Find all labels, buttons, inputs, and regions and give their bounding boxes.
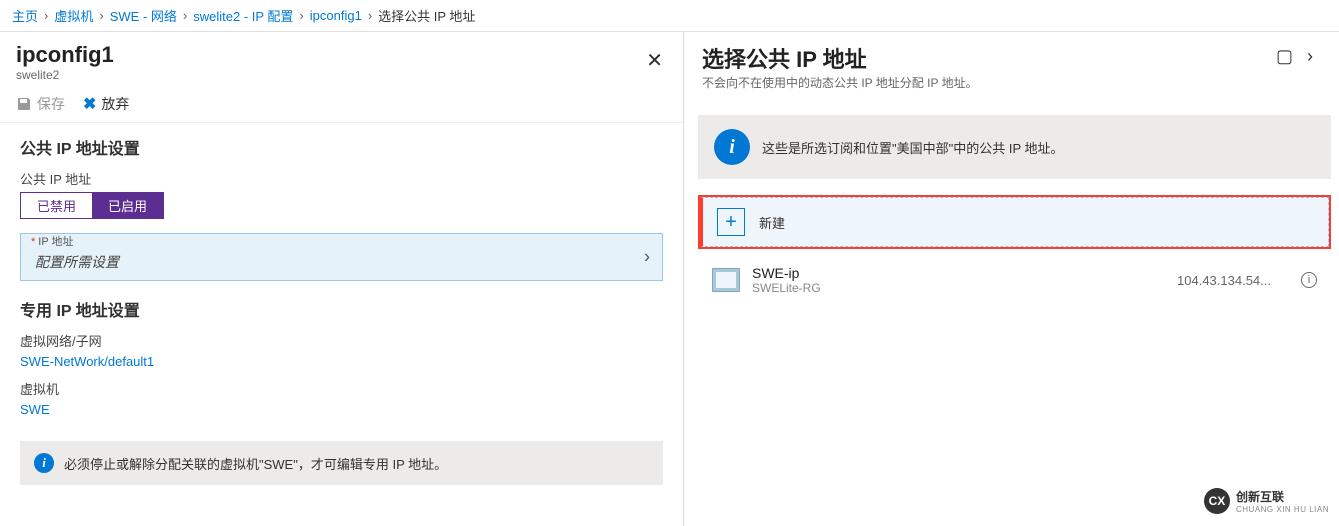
discard-button[interactable]: ✖ 放弃 (83, 94, 129, 114)
toggle-enabled[interactable]: 已启用 (92, 193, 163, 218)
private-ip-section: 专用 IP 地址设置 虚拟网络/子网 SWE-NetWork/default1 … (0, 285, 683, 421)
vnet-link[interactable]: SWE-NetWork/default1 (20, 354, 663, 369)
logo-text: 创新互联 (1236, 488, 1329, 505)
breadcrumb-sep: › (299, 8, 303, 23)
watermark-logo: CX 创新互联 CHUANG XIN HU LIAN (1204, 488, 1329, 514)
toggle-disabled[interactable]: 已禁用 (21, 193, 92, 218)
breadcrumb-sep: › (183, 8, 187, 23)
breadcrumb-ipcfg[interactable]: swelite2 - IP 配置 (193, 6, 293, 25)
breadcrumb-vm[interactable]: 虚拟机 (54, 6, 93, 25)
discard-label: 放弃 (101, 94, 129, 114)
breadcrumb-home[interactable]: 主页 (12, 6, 38, 25)
logo-sub: CHUANG XIN HU LIAN (1236, 505, 1329, 514)
public-ip-section-title: 公共 IP 地址设置 (20, 135, 663, 159)
info-icon: i (714, 129, 750, 165)
save-button[interactable]: 保存 (16, 94, 65, 114)
ipconfig-blade: ipconfig1 swelite2 ✕ 保存 ✖ 放弃 公共 IP 地址设置 … (0, 32, 684, 526)
ip-address-value: 104.43.134.54... (1177, 273, 1271, 288)
create-new-button[interactable]: + 新建 (700, 197, 1329, 247)
breadcrumb-ipcfgname[interactable]: ipconfig1 (310, 8, 362, 23)
ip-name: SWE-ip (752, 265, 1165, 281)
breadcrumb-sep: › (99, 8, 103, 23)
info-icon[interactable]: i (1301, 272, 1317, 288)
ip-resource-group: SWELite-RG (752, 281, 1165, 295)
right-info-text: 这些是所选订阅和位置"美国中部"中的公共 IP 地址。 (762, 138, 1064, 157)
public-ip-label: 公共 IP 地址 (20, 169, 663, 188)
ip-address-label: IP 地址 (38, 236, 73, 248)
toolbar: 保存 ✖ 放弃 (0, 86, 683, 123)
plus-icon: + (717, 208, 745, 236)
breadcrumb-nic[interactable]: SWE - 网络 (110, 6, 177, 25)
breadcrumb-sep: › (44, 8, 48, 23)
choose-public-ip-blade: 选择公共 IP 地址 不会向不在使用中的动态公共 IP 地址分配 IP 地址。 … (684, 32, 1339, 526)
notice-text: 必须停止或解除分配关联的虚拟机"SWE"，才可编辑专用 IP 地址。 (64, 454, 447, 473)
page-title: ipconfig1 (16, 42, 667, 68)
breadcrumb-sep: › (368, 8, 372, 23)
page-subtitle: swelite2 (16, 68, 667, 82)
right-info-banner: i 这些是所选订阅和位置"美国中部"中的公共 IP 地址。 (698, 115, 1331, 179)
save-label: 保存 (37, 94, 65, 114)
close-icon[interactable]: ✕ (646, 48, 663, 73)
close-right-icon[interactable]: › (1307, 46, 1313, 67)
vm-label: 虚拟机 (20, 379, 663, 398)
public-ip-section: 公共 IP 地址设置 公共 IP 地址 已禁用 已启用 *IP 地址 配置所需设… (0, 123, 683, 285)
breadcrumb: 主页 › 虚拟机 › SWE - 网络 › swelite2 - IP 配置 ›… (0, 0, 1339, 32)
vnet-label: 虚拟网络/子网 (20, 331, 663, 350)
logo-icon: CX (1204, 488, 1230, 514)
private-ip-section-title: 专用 IP 地址设置 (20, 297, 663, 321)
breadcrumb-current: 选择公共 IP 地址 (378, 6, 475, 25)
vm-link[interactable]: SWE (20, 402, 663, 417)
info-icon: i (34, 453, 54, 473)
public-ip-toggle: 已禁用 已启用 (20, 192, 164, 219)
right-title: 选择公共 IP 地址 (702, 42, 1315, 74)
discard-icon: ✖ (83, 94, 96, 114)
new-label: 新建 (759, 213, 785, 232)
chevron-right-icon: › (644, 247, 650, 268)
right-subtitle: 不会向不在使用中的动态公共 IP 地址分配 IP 地址。 (702, 74, 1315, 91)
maximize-icon[interactable]: ▢ (1276, 46, 1293, 67)
ip-address-placeholder: 配置所需设置 (35, 252, 648, 272)
ip-address-selector[interactable]: *IP 地址 配置所需设置 › (20, 233, 663, 281)
save-icon (16, 96, 32, 112)
public-ip-icon (712, 268, 740, 292)
public-ip-option[interactable]: SWE-ip SWELite-RG 104.43.134.54... i (698, 253, 1331, 307)
private-ip-notice: i 必须停止或解除分配关联的虚拟机"SWE"，才可编辑专用 IP 地址。 (20, 441, 663, 485)
